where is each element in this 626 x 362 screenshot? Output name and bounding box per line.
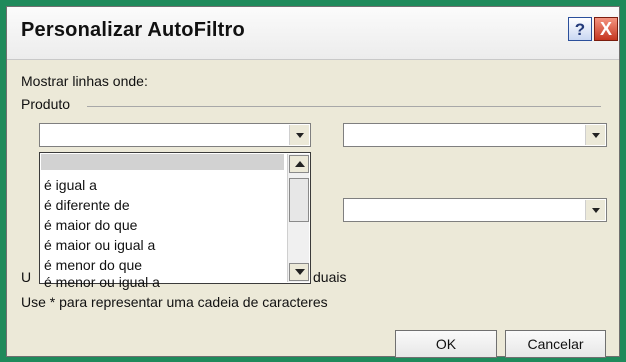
hint-line-1-start: U [21,269,32,285]
dialog-title: Personalizar AutoFiltro [21,19,245,41]
dropdown-option-less-than[interactable]: é menor do que [44,257,142,273]
operator-dropdown-list[interactable]: é igual a é diferente de é maior do que … [39,152,311,290]
hint-line-1-end: duais [313,269,347,285]
chevron-down-icon[interactable] [585,200,605,220]
criteria-1-value-combobox[interactable] [343,123,607,147]
dropdown-option-equals[interactable]: é igual a [44,177,97,193]
dropdown-option-less-or-equal[interactable]: é menor ou igual a [44,274,160,290]
title-bar: Personalizar AutoFiltro ? X [7,7,619,60]
show-rows-label: Mostrar linhas onde: [21,73,148,89]
custom-autofilter-dialog: Personalizar AutoFiltro ? X Mostrar linh… [6,6,620,358]
scroll-up-icon[interactable] [289,155,309,173]
dropdown-option-not-equal[interactable]: é diferente de [44,197,130,213]
chevron-down-icon[interactable] [289,125,309,145]
dropdown-option-greater-than[interactable]: é maior do que [44,217,137,233]
screenshot-frame: Personalizar AutoFiltro ? X Mostrar linh… [0,0,626,362]
dropdown-scrollbar[interactable] [287,154,309,282]
chevron-down-icon[interactable] [585,125,605,145]
help-button[interactable]: ? [568,17,592,41]
ok-button[interactable]: OK [395,330,497,358]
field-group-label: Produto [21,96,71,112]
group-divider [87,106,601,107]
highlighted-empty-option[interactable] [41,154,284,170]
scroll-down-icon[interactable] [289,263,309,281]
dropdown-option-greater-or-equal[interactable]: é maior ou igual a [44,237,155,253]
close-button[interactable]: X [594,17,618,41]
scrollbar-thumb[interactable] [289,178,309,222]
criteria-1-operator-combobox[interactable] [39,123,311,147]
criteria-2-value-combobox[interactable] [343,198,607,222]
cancel-button[interactable]: Cancelar [505,330,606,358]
hint-line-2: Use * para representar uma cadeia de car… [21,294,328,310]
